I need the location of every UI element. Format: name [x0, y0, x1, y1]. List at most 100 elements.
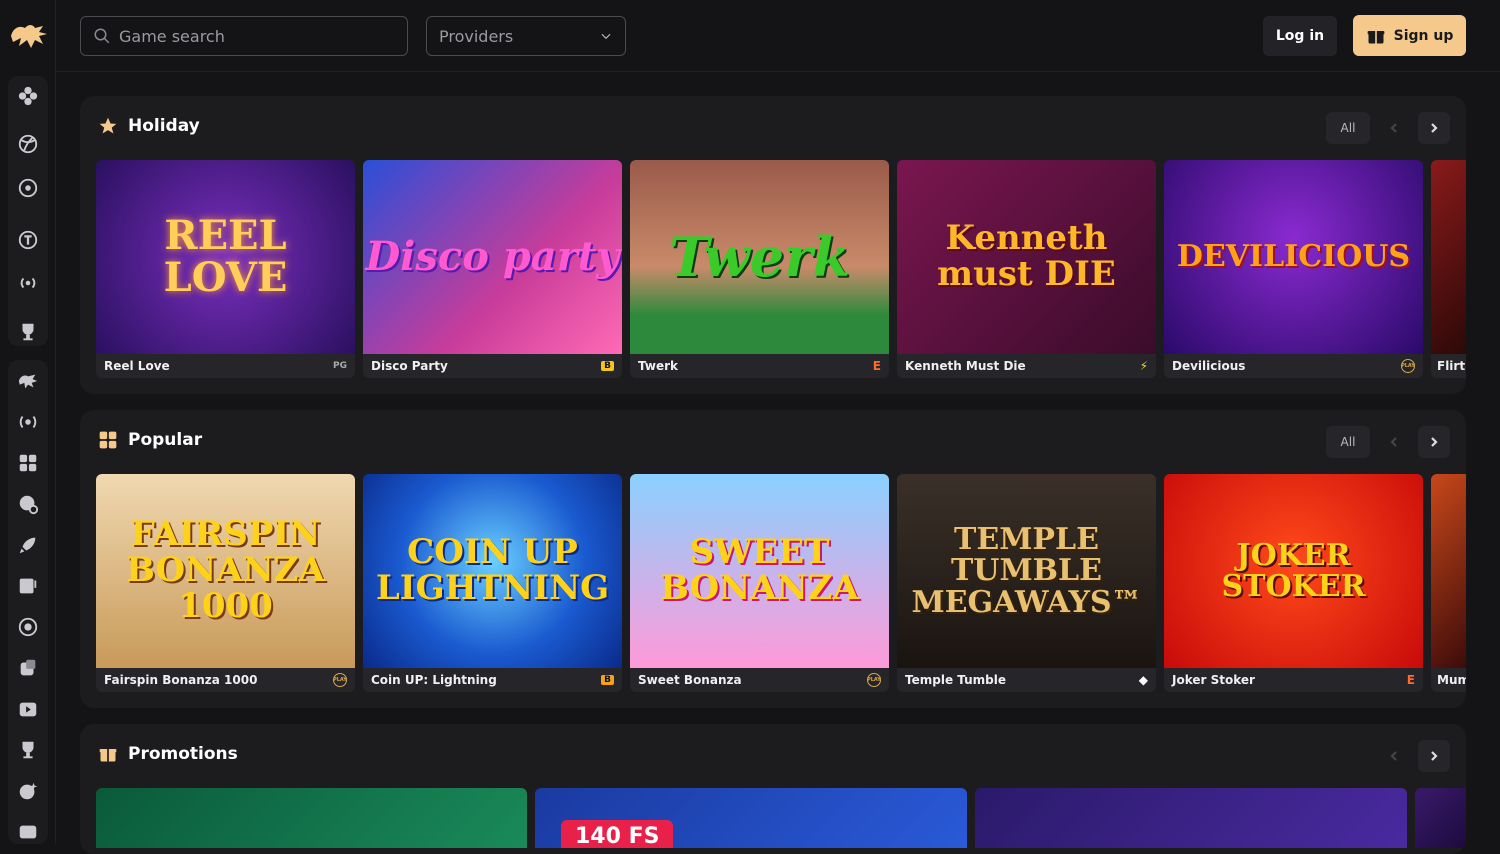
game-title: Sweet Bonanza [638, 673, 742, 687]
game-art: Twerk [630, 160, 889, 354]
prev-arrow-button[interactable] [1378, 426, 1410, 458]
grid-icon[interactable] [8, 445, 48, 481]
game-art: REEL LOVE [96, 160, 355, 354]
game-title: Devilicious [1172, 359, 1246, 373]
game-card[interactable]: Kenneth must DIE Kenneth Must Die ⚡ [897, 160, 1156, 378]
dice-icon[interactable] [8, 650, 48, 686]
star-icon [99, 117, 117, 134]
login-button[interactable]: Log in [1263, 16, 1337, 56]
section-holiday: Holiday All REEL LOVE Reel Love PG Disco … [80, 96, 1466, 394]
game-card[interactable]: COIN UP LIGHTNING Coin UP: Lightning B [363, 474, 622, 692]
id-card-icon[interactable] [8, 814, 48, 850]
game-art: TEMPLE TUMBLE MEGAWAYS™ [897, 474, 1156, 668]
chevron-right-icon [1431, 123, 1438, 133]
search-box[interactable] [80, 16, 408, 56]
provider-logo: PLAY [867, 673, 881, 687]
game-title: Reel Love [104, 359, 170, 373]
prev-arrow-button[interactable] [1378, 112, 1410, 144]
chevron-left-icon [1390, 437, 1397, 447]
section-promotions: Promotions 140 FS [80, 724, 1466, 854]
provider-logo: PLAY [1401, 359, 1415, 373]
game-card[interactable]: JOKER STOKER Joker Stoker E [1164, 474, 1423, 692]
cup-icon[interactable] [8, 732, 48, 768]
provider-logo: ◆ [1138, 673, 1148, 687]
roulette-icon[interactable] [8, 170, 48, 206]
game-card[interactable]: TEMPLE TUMBLE MEGAWAYS™ Temple Tumble ◆ [897, 474, 1156, 692]
game-title: Fairspin Bonanza 1000 [104, 673, 258, 687]
promo-banner[interactable] [975, 788, 1407, 848]
promo-banner[interactable]: 140 FS [535, 788, 967, 848]
lightning-icon: ⚡ [1139, 359, 1148, 373]
game-art [1431, 160, 1466, 354]
live-stream-icon[interactable] [8, 404, 48, 440]
top-bar: Providers Log in Sign up [56, 0, 1500, 72]
clover-icon[interactable] [8, 78, 48, 114]
next-arrow-button[interactable] [1418, 112, 1450, 144]
game-art: FAIRSPIN BONANZA 1000 [96, 474, 355, 668]
game-card[interactable]: Twerk Twerk E [630, 160, 889, 378]
game-art: Kenneth must DIE [897, 160, 1156, 354]
game-art: JOKER STOKER [1164, 474, 1423, 668]
game-title: Joker Stoker [1172, 673, 1255, 687]
game-art [1431, 474, 1466, 668]
volleyball-icon[interactable] [8, 126, 48, 162]
poker-chip-icon[interactable] [8, 486, 48, 522]
game-title: Coin UP: Lightning [371, 673, 497, 687]
section-header: Promotions [98, 744, 238, 764]
providers-label: Providers [439, 26, 514, 46]
game-title: Twerk [638, 359, 678, 373]
bonus-icon[interactable] [8, 773, 48, 809]
signup-button[interactable]: Sign up [1353, 15, 1466, 56]
game-title: Kenneth Must Die [905, 359, 1026, 373]
search-icon [94, 28, 110, 44]
sidebar [0, 0, 56, 844]
video-icon[interactable] [8, 691, 48, 727]
game-card[interactable]: SWEET BONANZA Sweet Bonanza PLAY [630, 474, 889, 692]
game-card[interactable]: Flirti [1431, 160, 1466, 378]
search-input[interactable] [119, 26, 399, 46]
section-header: Holiday [98, 116, 200, 136]
provider-logo: B [601, 675, 614, 685]
game-card[interactable]: DEVILICIOUS Devilicious PLAY [1164, 160, 1423, 378]
slot-machine-icon[interactable] [8, 568, 48, 604]
prev-arrow-button[interactable] [1378, 740, 1410, 772]
game-card[interactable]: Disco party Disco Party B [363, 160, 622, 378]
game-card[interactable]: REEL LOVE Reel Love PG [96, 160, 355, 378]
promo-banner[interactable] [96, 788, 527, 848]
provider-logo: E [872, 359, 881, 373]
provider-logo: PG [333, 361, 347, 371]
chevron-left-icon [1390, 123, 1397, 133]
game-card[interactable]: Mum [1431, 474, 1466, 692]
signup-label: Sign up [1393, 27, 1454, 44]
section-popular: Popular All FAIRSPIN BONANZA 1000 Fairsp… [80, 410, 1466, 708]
next-arrow-button[interactable] [1418, 740, 1450, 772]
sidebar-group-sports [8, 76, 48, 346]
trophy-icon[interactable] [8, 314, 48, 350]
chevron-left-icon [1390, 751, 1397, 761]
section-title: Promotions [128, 744, 238, 764]
tournament-icon[interactable] [8, 222, 48, 258]
view-all-button[interactable]: All [1326, 426, 1370, 458]
next-arrow-button[interactable] [1418, 426, 1450, 458]
rocket-icon[interactable] [8, 527, 48, 563]
chevron-down-icon [601, 33, 611, 40]
game-title: Temple Tumble [905, 673, 1007, 687]
view-all-button[interactable]: All [1326, 112, 1370, 144]
wheel-icon[interactable] [8, 609, 48, 645]
game-art: SWEET BONANZA [630, 474, 889, 668]
game-title: Disco Party [371, 359, 448, 373]
lion-logo-icon[interactable] [8, 16, 50, 56]
provider-logo: E [1406, 673, 1415, 687]
live-signal-icon[interactable] [8, 265, 48, 301]
game-title: Mum [1437, 673, 1466, 687]
gift-icon [99, 749, 117, 762]
provider-logo: B [601, 361, 614, 371]
provider-logo: PLAY [333, 673, 347, 687]
section-title: Popular [128, 430, 203, 450]
game-card[interactable]: FAIRSPIN BONANZA 1000 Fairspin Bonanza 1… [96, 474, 355, 692]
providers-dropdown[interactable]: Providers [426, 16, 626, 56]
promo-banner[interactable] [1415, 788, 1466, 848]
section-title: Holiday [128, 116, 200, 136]
lion-icon[interactable] [8, 363, 48, 399]
chevron-right-icon [1431, 751, 1438, 761]
